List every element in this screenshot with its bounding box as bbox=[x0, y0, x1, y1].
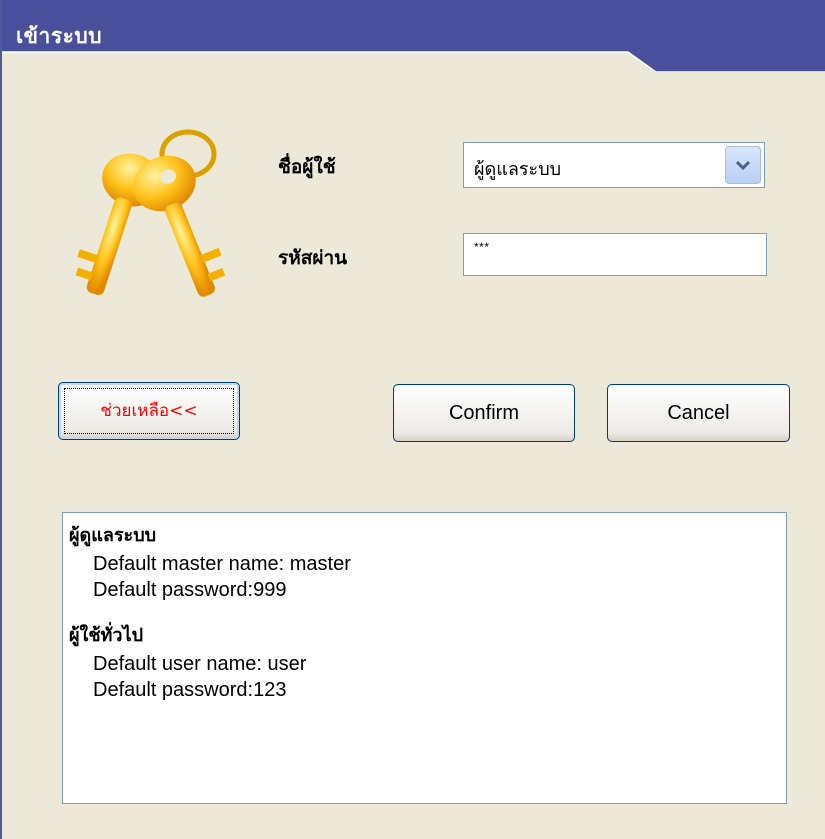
window-title: เข้าระบบ bbox=[16, 24, 103, 48]
username-select-value: ผู้ดูแลระบบ bbox=[474, 159, 562, 180]
help-button-label: ช่วยเหลือ<< bbox=[100, 401, 198, 421]
username-label: ชื่อผู้ใช้ bbox=[278, 156, 336, 178]
help-info-box[interactable]: ผู้ดูแลระบบ Default master name: master … bbox=[62, 512, 787, 804]
user-name-line: Default user name: user bbox=[93, 653, 307, 675]
password-label: รหัสผ่าน bbox=[278, 247, 348, 269]
user-password-line: Default password:123 bbox=[93, 679, 287, 701]
cancel-button[interactable]: Cancel bbox=[607, 384, 790, 442]
user-heading: ผู้ใช้ทั่วไป bbox=[69, 625, 144, 646]
chevron-down-icon bbox=[735, 160, 751, 171]
login-window: เข้าระบบ ชื่อผู้ใช้ ผู้ดูแลระบบ รหัสผ่าน… bbox=[0, 0, 825, 839]
username-select[interactable]: ผู้ดูแลระบบ bbox=[463, 142, 765, 188]
confirm-button[interactable]: Confirm bbox=[393, 384, 575, 442]
help-button[interactable]: ช่วยเหลือ<< bbox=[58, 382, 240, 440]
title-bar: เข้าระบบ bbox=[2, 0, 825, 72]
admin-password-line: Default password:999 bbox=[93, 579, 287, 601]
keys-icon bbox=[60, 122, 230, 312]
admin-heading: ผู้ดูแลระบบ bbox=[69, 525, 157, 546]
admin-name-line: Default master name: master bbox=[93, 553, 351, 575]
dropdown-button[interactable] bbox=[725, 146, 761, 184]
password-input[interactable]: *** bbox=[463, 233, 767, 276]
